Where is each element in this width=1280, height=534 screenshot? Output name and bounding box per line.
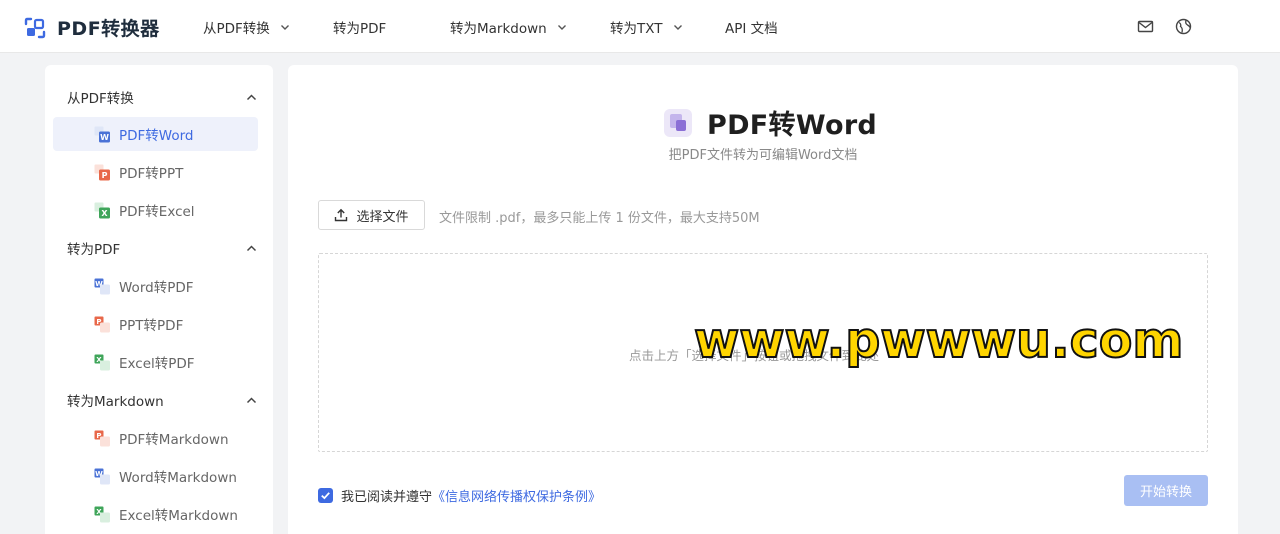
agreement-link[interactable]: 《信息网络传播权保护条例》 bbox=[432, 486, 601, 505]
agree-checkbox[interactable] bbox=[318, 488, 333, 503]
chevron-down-icon bbox=[280, 24, 289, 30]
sidebar-item-excel-to-markdown[interactable]: X Excel转Markdown bbox=[53, 497, 258, 531]
excel-file-icon: X bbox=[94, 354, 110, 370]
nav-label: API 文档 bbox=[725, 20, 778, 37]
page-subtitle: 把PDF文件转为可编辑Word文档 bbox=[668, 148, 858, 163]
upload-icon bbox=[335, 208, 348, 222]
sidebar-item-label: PPT转PDF bbox=[119, 318, 184, 334]
start-convert-button[interactable]: 开始转换 bbox=[1124, 475, 1208, 506]
agree-text: 我已阅读并遵守 bbox=[341, 490, 433, 505]
logo-icon bbox=[24, 17, 46, 38]
sidebar-item-pdf-to-markdown[interactable]: P PDF转Markdown bbox=[53, 421, 258, 455]
globe-icon[interactable] bbox=[1175, 18, 1192, 35]
sidebar-item-label: PDF转PPT bbox=[119, 166, 184, 182]
chevron-up-icon bbox=[246, 244, 257, 251]
select-file-label: 选择文件 bbox=[356, 209, 409, 225]
nav-label: 转为TXT bbox=[610, 20, 663, 37]
sidebar-item-ppt-to-pdf[interactable]: P PPT转PDF bbox=[53, 307, 258, 341]
nav-label: 转为Markdown bbox=[450, 20, 547, 37]
page-title: PDF转Word bbox=[707, 110, 878, 141]
word-file-icon: W bbox=[94, 126, 110, 142]
nav-from-pdf[interactable]: 从PDF转换 bbox=[203, 0, 290, 53]
sidebar-item-label: PDF转Excel bbox=[119, 204, 195, 220]
watermark: www.pwwwu.com bbox=[693, 311, 1184, 370]
select-file-button[interactable]: 选择文件 bbox=[318, 200, 425, 230]
chevron-up-icon bbox=[246, 93, 257, 100]
app-logo[interactable]: PDF转换器 bbox=[24, 14, 160, 41]
file-drop-zone[interactable]: 点击上方「选择文件」按钮或拖拽文件到此处 www.pwwwu.com bbox=[318, 253, 1208, 452]
nav-to-pdf[interactable]: 转为PDF bbox=[333, 0, 386, 53]
nav-to-markdown[interactable]: 转为Markdown bbox=[450, 0, 567, 53]
sidebar-item-label: Excel转PDF bbox=[119, 356, 195, 372]
sidebar-group-to-markdown[interactable]: 转为Markdown bbox=[67, 388, 257, 412]
nav-label: 转为PDF bbox=[333, 20, 387, 37]
sidebar-item-label: Excel转Markdown bbox=[119, 508, 238, 524]
sidebar-item-pdf-to-word[interactable]: W PDF转Word bbox=[53, 117, 258, 151]
ppt-file-icon: P bbox=[94, 164, 110, 180]
word-file-icon: W bbox=[94, 278, 110, 294]
page-title-row: PDF转Word bbox=[664, 103, 877, 142]
app-name: PDF转换器 bbox=[57, 18, 160, 40]
group-title: 转为PDF bbox=[67, 242, 121, 258]
sidebar-item-excel-to-pdf[interactable]: X Excel转PDF bbox=[53, 345, 258, 379]
pdf-to-word-icon bbox=[664, 108, 692, 137]
nav-label: 从PDF转换 bbox=[203, 20, 270, 37]
sidebar-item-word-to-markdown[interactable]: W Word转Markdown bbox=[53, 459, 258, 493]
excel-file-icon: X bbox=[94, 506, 110, 522]
sidebar-item-label: Word转Markdown bbox=[119, 470, 237, 486]
group-title: 从PDF转换 bbox=[67, 91, 134, 107]
agreement-row: 我已阅读并遵守 《信息网络传播权保护条例》 bbox=[318, 486, 601, 505]
sidebar-item-word-to-pdf[interactable]: W Word转PDF bbox=[53, 269, 258, 303]
nav-api-docs[interactable]: API 文档 bbox=[725, 0, 778, 53]
sidebar-item-label: Word转PDF bbox=[119, 280, 194, 296]
sidebar-item-label: PDF转Markdown bbox=[119, 432, 229, 448]
sidebar-item-pdf-to-ppt[interactable]: P PDF转PPT bbox=[53, 155, 258, 189]
sidebar-group-from-pdf[interactable]: 从PDF转换 bbox=[67, 85, 257, 109]
sidebar-item-label: PDF转Word bbox=[119, 128, 194, 144]
converter-panel: PDF转Word 把PDF文件转为可编辑Word文档 选择文件 文件限制 .pd… bbox=[288, 65, 1238, 534]
nav-to-txt[interactable]: 转为TXT bbox=[610, 0, 683, 53]
chevron-up-icon bbox=[246, 396, 257, 403]
sidebar-item-pdf-to-excel[interactable]: X PDF转Excel bbox=[53, 193, 258, 227]
ppt-file-icon: P bbox=[94, 316, 110, 332]
top-header: PDF转换器 从PDF转换 转为PDF 转为Markdown 转为TXT API… bbox=[0, 0, 1280, 53]
svg-text:P: P bbox=[102, 171, 108, 180]
svg-text:X: X bbox=[101, 209, 108, 218]
file-limit-text: 文件限制 .pdf，最多只能上传 1 份文件，最大支持50M bbox=[439, 211, 760, 226]
excel-file-icon: X bbox=[94, 202, 110, 218]
checkmark-icon bbox=[321, 492, 330, 500]
word-file-icon: W bbox=[94, 468, 110, 484]
sidebar-group-to-pdf[interactable]: 转为PDF bbox=[67, 236, 257, 260]
group-title: 转为Markdown bbox=[67, 394, 164, 410]
sidebar: 从PDF转换 W PDF转Word P PDF转PPT X PDF转Excel … bbox=[45, 65, 273, 534]
ppt-file-icon: P bbox=[94, 430, 110, 446]
mail-icon[interactable] bbox=[1137, 18, 1154, 35]
chevron-down-icon bbox=[673, 24, 682, 30]
chevron-down-icon bbox=[557, 24, 566, 30]
svg-text:W: W bbox=[100, 133, 109, 142]
